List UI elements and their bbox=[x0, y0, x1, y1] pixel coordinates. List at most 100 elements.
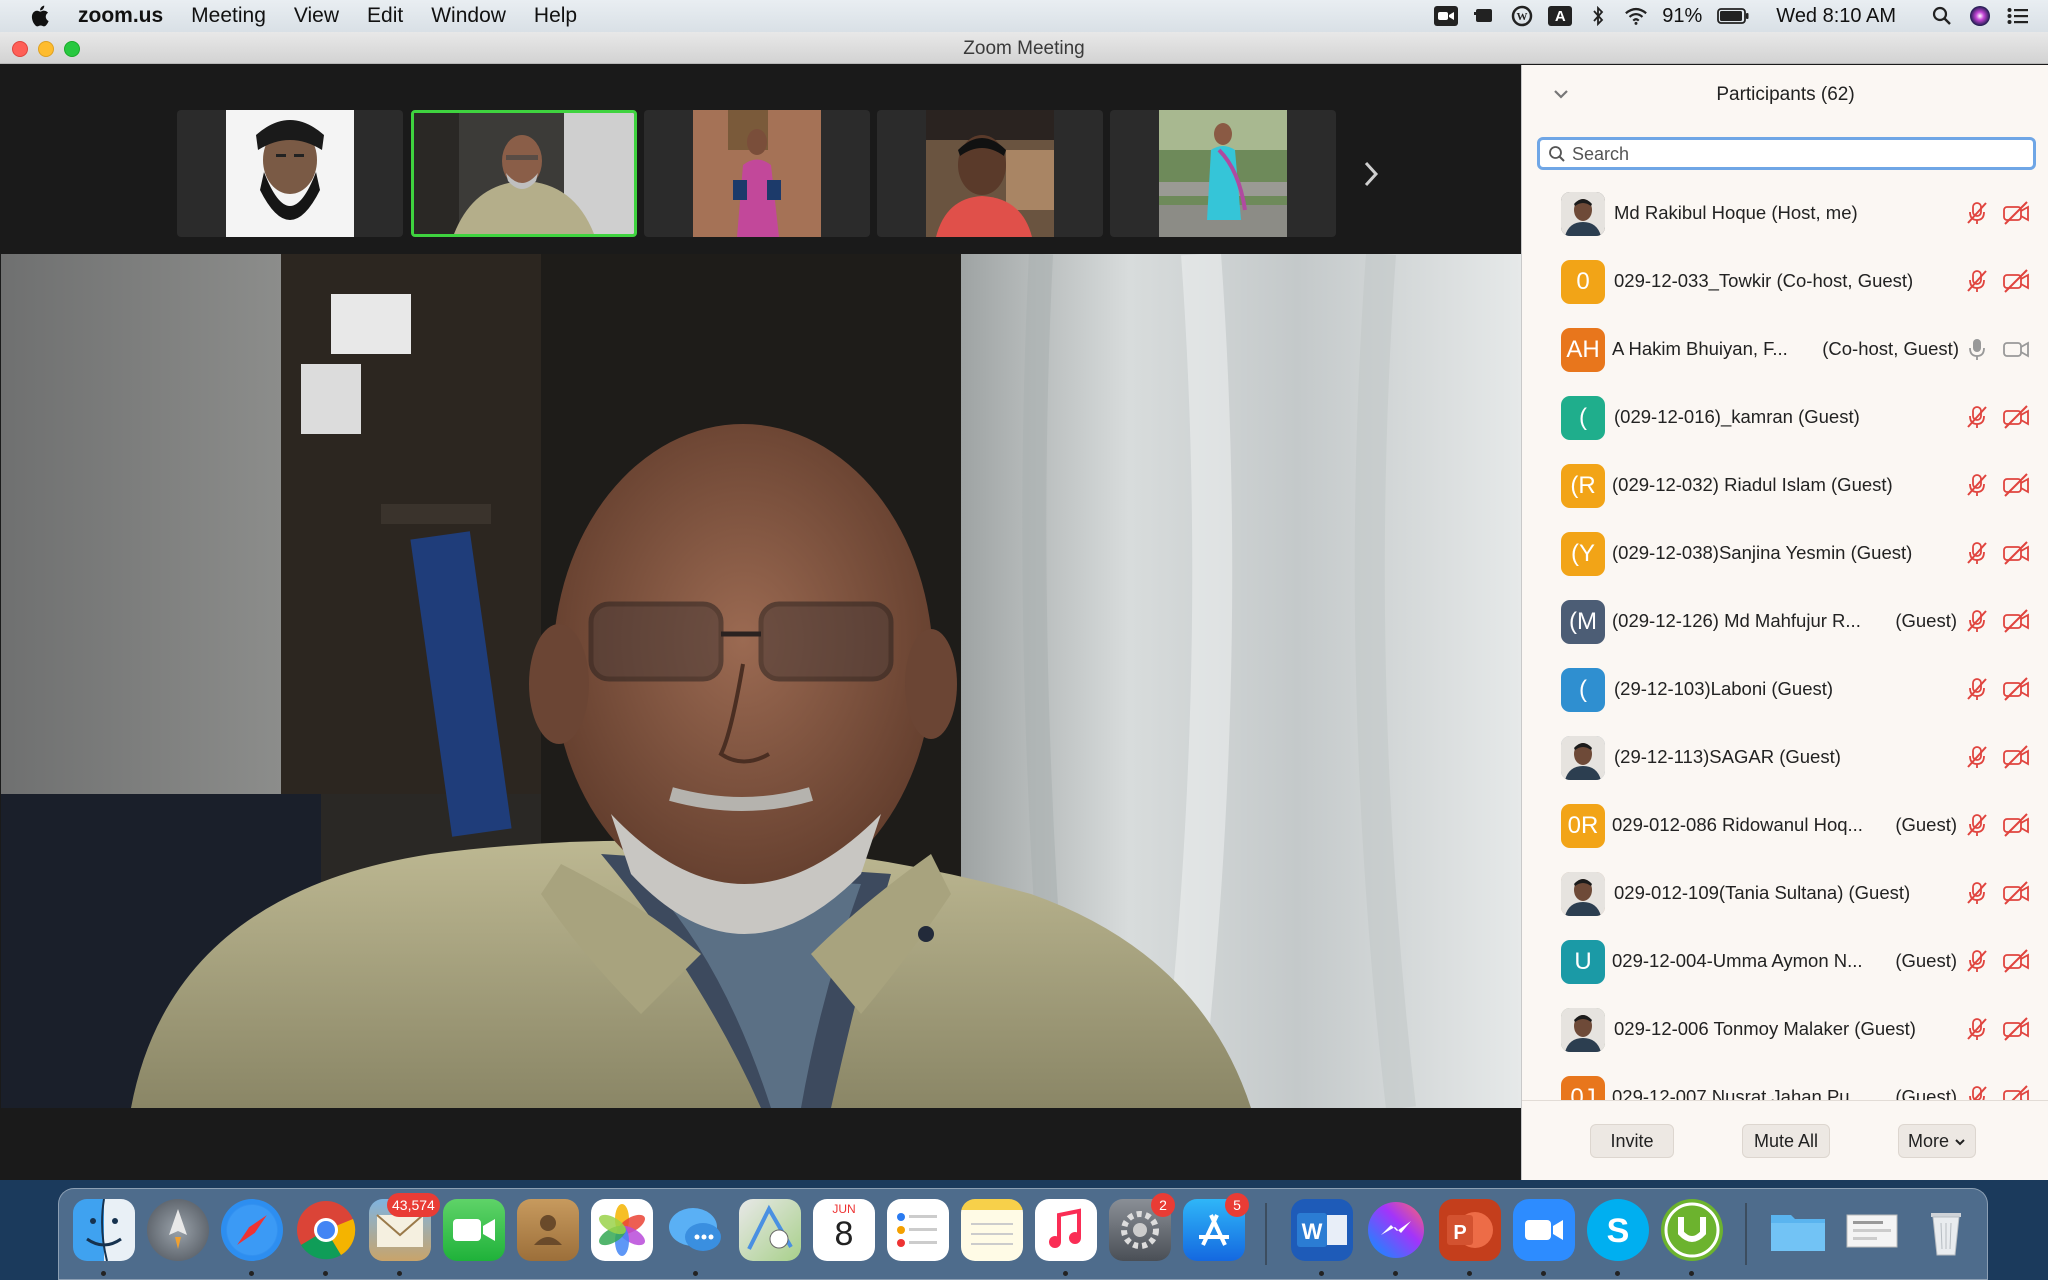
messenger-dock-icon[interactable] bbox=[1365, 1199, 1427, 1261]
safari-dock-icon[interactable] bbox=[221, 1199, 283, 1261]
video-off-icon[interactable] bbox=[2002, 1016, 2030, 1042]
mic-muted-icon[interactable] bbox=[1964, 1016, 1990, 1042]
video-thumbnail[interactable] bbox=[644, 110, 870, 237]
notes-dock-icon[interactable] bbox=[961, 1199, 1023, 1261]
spotlight-search-icon[interactable] bbox=[1930, 6, 1954, 26]
menu-view[interactable]: View bbox=[294, 4, 339, 28]
mic-muted-icon[interactable] bbox=[1964, 880, 1990, 906]
calendar-dock-icon[interactable]: JUN 8 bbox=[813, 1199, 875, 1261]
video-off-icon[interactable] bbox=[2002, 1084, 2030, 1100]
document-stack-dock-icon[interactable] bbox=[1841, 1199, 1903, 1261]
video-off-icon[interactable] bbox=[2002, 268, 2030, 294]
video-thumbnail[interactable] bbox=[877, 110, 1103, 237]
trash-dock-icon[interactable] bbox=[1915, 1199, 1977, 1261]
wifi-icon[interactable] bbox=[1624, 6, 1648, 26]
participant-row[interactable]: 029-12-006 Tonmoy Malaker (Guest) bbox=[1522, 996, 2048, 1064]
participant-row[interactable]: (29-12-113)SAGAR (Guest) bbox=[1522, 724, 2048, 792]
bluetooth-icon[interactable] bbox=[1586, 6, 1610, 26]
maps-dock-icon[interactable] bbox=[739, 1199, 801, 1261]
launchpad-dock-icon[interactable] bbox=[147, 1199, 209, 1261]
skype-dock-icon[interactable]: S bbox=[1587, 1199, 1649, 1261]
mute-all-button[interactable]: Mute All bbox=[1742, 1124, 1830, 1158]
battery-percent: 91% bbox=[1662, 4, 1703, 27]
mic-on-icon[interactable] bbox=[1964, 336, 1990, 362]
word-dock-icon[interactable]: W bbox=[1291, 1199, 1353, 1261]
participant-row[interactable]: 0J 029-12-007 Nusrat Jahan Pu... (Guest) bbox=[1522, 1064, 2048, 1100]
video-off-icon[interactable] bbox=[2002, 948, 2030, 974]
video-off-icon[interactable] bbox=[2002, 880, 2030, 906]
utorrent-dock-icon[interactable] bbox=[1661, 1199, 1723, 1261]
zoom-dock-icon[interactable] bbox=[1513, 1199, 1575, 1261]
video-off-icon[interactable] bbox=[2002, 744, 2030, 770]
contacts-dock-icon[interactable] bbox=[517, 1199, 579, 1261]
mic-muted-icon[interactable] bbox=[1964, 200, 1990, 226]
mic-muted-icon[interactable] bbox=[1964, 676, 1990, 702]
app-store-badge: 5 bbox=[1225, 1193, 1249, 1217]
active-speaker-video[interactable] bbox=[1, 254, 1521, 1108]
mic-muted-icon[interactable] bbox=[1964, 948, 1990, 974]
participant-avatar: ( bbox=[1561, 396, 1605, 440]
participant-row[interactable]: 029-012-109(Tania Sultana) (Guest) bbox=[1522, 860, 2048, 928]
messages-dock-icon[interactable] bbox=[665, 1199, 727, 1261]
mic-muted-icon[interactable] bbox=[1964, 608, 1990, 634]
siri-icon[interactable] bbox=[1968, 6, 1992, 26]
input-source-icon[interactable]: A bbox=[1548, 6, 1573, 26]
next-page-chevron-icon[interactable] bbox=[1358, 157, 1384, 191]
video-thumbnail[interactable] bbox=[177, 110, 403, 237]
music-dock-icon[interactable] bbox=[1035, 1199, 1097, 1261]
notification-tray-icon[interactable] bbox=[1472, 6, 1496, 26]
video-off-icon[interactable] bbox=[2002, 608, 2030, 634]
participant-search-box[interactable] bbox=[1537, 137, 2036, 170]
participant-row[interactable]: (M (029-12-126) Md Mahfujur R... (Guest) bbox=[1522, 588, 2048, 656]
mic-muted-icon[interactable] bbox=[1964, 268, 1990, 294]
video-thumbnail[interactable] bbox=[1110, 110, 1336, 237]
wordpress-tray-icon[interactable]: W bbox=[1510, 5, 1534, 27]
video-off-icon[interactable] bbox=[2002, 676, 2030, 702]
video-off-icon[interactable] bbox=[2002, 404, 2030, 430]
notification-center-icon[interactable] bbox=[2006, 6, 2030, 26]
menu-window[interactable]: Window bbox=[431, 4, 506, 28]
video-thumbnail-active-speaker[interactable] bbox=[411, 110, 637, 237]
participant-row[interactable]: U 029-12-004-Umma Aymon N... (Guest) bbox=[1522, 928, 2048, 996]
menu-clock[interactable]: Wed 8:10 AM bbox=[1776, 5, 1896, 28]
more-button[interactable]: More bbox=[1898, 1124, 1976, 1158]
mic-muted-icon[interactable] bbox=[1964, 540, 1990, 566]
chrome-dock-icon[interactable] bbox=[295, 1199, 357, 1261]
menu-help[interactable]: Help bbox=[534, 4, 577, 28]
participant-row[interactable]: ((029-12-016)_kamran (Guest) bbox=[1522, 384, 2048, 452]
facetime-dock-icon[interactable] bbox=[443, 1199, 505, 1261]
video-off-icon[interactable] bbox=[2002, 472, 2030, 498]
photos-dock-icon[interactable] bbox=[591, 1199, 653, 1261]
video-off-icon[interactable] bbox=[2002, 812, 2030, 838]
mic-muted-icon[interactable] bbox=[1964, 404, 1990, 430]
participant-row[interactable]: 0 029-12-033_Towkir (Co-host, Guest) bbox=[1522, 248, 2048, 316]
participant-row[interactable]: AH A Hakim Bhuiyan, F... (Co-host, Guest) bbox=[1522, 316, 2048, 384]
mic-muted-icon[interactable] bbox=[1964, 472, 1990, 498]
battery-icon[interactable] bbox=[1716, 6, 1750, 26]
participant-row[interactable]: 0R 029-012-086 Ridowanul Hoq... (Guest) bbox=[1522, 792, 2048, 860]
mic-muted-icon[interactable] bbox=[1964, 812, 1990, 838]
title-bar[interactable]: Zoom Meeting bbox=[0, 32, 2048, 64]
mic-muted-icon[interactable] bbox=[1964, 1084, 1990, 1100]
finder-dock-icon[interactable] bbox=[73, 1199, 135, 1261]
participant-search-input[interactable] bbox=[1572, 142, 2022, 167]
reminders-dock-icon[interactable] bbox=[887, 1199, 949, 1261]
participant-row[interactable]: (Y (029-12-038)Sanjina Yesmin (Guest) bbox=[1522, 520, 2048, 588]
folder-dock-icon[interactable] bbox=[1767, 1199, 1829, 1261]
participant-row[interactable]: (R (029-12-032) Riadul Islam (Guest) bbox=[1522, 452, 2048, 520]
menu-edit[interactable]: Edit bbox=[367, 4, 403, 28]
apple-icon[interactable] bbox=[28, 3, 54, 29]
participant-row[interactable]: Md Rakibul Hoque (Host, me) bbox=[1522, 180, 2048, 248]
video-off-icon[interactable] bbox=[2002, 540, 2030, 566]
powerpoint-dock-icon[interactable]: P bbox=[1439, 1199, 1501, 1261]
zoom-window: Zoom Meeting Participants (62) Search Md… bbox=[0, 32, 2048, 1180]
menu-app-name[interactable]: zoom.us bbox=[78, 4, 163, 28]
video-on-icon[interactable] bbox=[2002, 336, 2030, 362]
participant-avatar: AH bbox=[1561, 328, 1605, 372]
participant-row[interactable]: ((29-12-103)Laboni (Guest) bbox=[1522, 656, 2048, 724]
menu-meeting[interactable]: Meeting bbox=[191, 4, 266, 28]
video-off-icon[interactable] bbox=[2002, 200, 2030, 226]
mic-muted-icon[interactable] bbox=[1964, 744, 1990, 770]
invite-button[interactable]: Invite bbox=[1590, 1124, 1674, 1158]
zoom-tray-icon[interactable] bbox=[1434, 6, 1459, 26]
